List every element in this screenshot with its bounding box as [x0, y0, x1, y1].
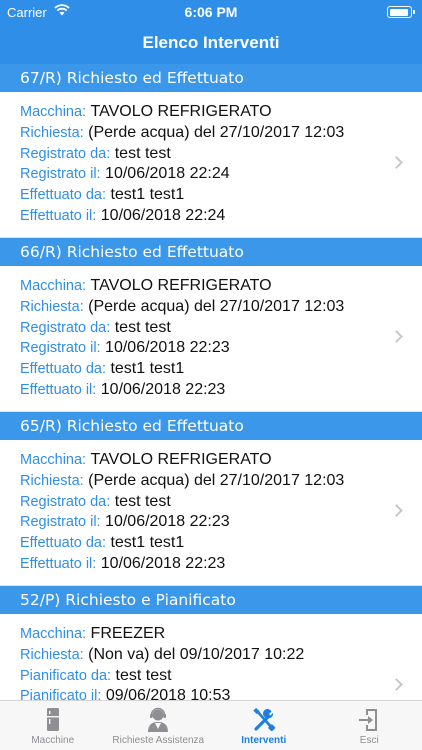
detail-row: Richiesta: (Perde acqua) del 27/10/2017 … [20, 297, 422, 318]
detail-row: Effettuato da: test1 test1 [20, 533, 422, 554]
intervention-cell[interactable]: Macchina: TAVOLO REFRIGERATO Richiesta: (… [0, 266, 422, 412]
tab-macchine[interactable]: Macchine [0, 701, 106, 750]
field-label: Macchina: [20, 104, 87, 120]
clock: 6:06 PM [184, 4, 238, 20]
detail-row: Richiesta: (Perde acqua) del 27/10/2017 … [20, 123, 422, 144]
section-header: 52/P) Richiesto e Pianificato [0, 586, 422, 614]
intervention-cell[interactable]: Macchina: TAVOLO REFRIGERATO Richiesta: (… [0, 440, 422, 586]
field-label: Effettuato il: [20, 555, 97, 572]
battery-icon [387, 6, 415, 18]
field-value: (Non va) del 09/10/2017 10:22 [88, 645, 305, 663]
field-value: 10/06/2018 22:24 [105, 165, 230, 183]
detail-row: Effettuato il: 10/06/2018 22:23 [20, 554, 422, 575]
field-label: Registrato il: [20, 340, 101, 357]
field-label: Richiesta: [20, 124, 84, 141]
field-label: Effettuato da: [20, 535, 106, 552]
field-label: Effettuato il: [20, 207, 97, 224]
support-agent-icon [106, 707, 212, 733]
field-label: Richiesta: [20, 646, 84, 663]
detail-row: Registrato il: 10/06/2018 22:23 [20, 512, 422, 533]
tab-richieste-assistenza[interactable]: Richieste Assistenza [106, 701, 212, 750]
field-value: (Perde acqua) del 27/10/2017 12:03 [88, 123, 345, 141]
tab-label: Interventi [241, 735, 287, 746]
fridge-icon [0, 707, 106, 733]
field-value: 09/06/2018 10:53 [105, 687, 231, 700]
tab-label: Macchine [31, 735, 75, 746]
detail-row: Registrato il: 10/06/2018 22:23 [20, 338, 422, 359]
detail-row: Macchina: TAVOLO REFRIGERATO [20, 450, 422, 471]
detail-row: Pianificato il: 09/06/2018 10:53 [20, 686, 422, 700]
field-label: Macchina: [20, 452, 87, 468]
detail-row: Pianificato da: test test [20, 666, 422, 687]
detail-row: Effettuato da: test1 test1 [20, 359, 422, 380]
field-label: Registrato da: [20, 493, 111, 510]
section-header: 65/R) Richiesto ed Effettuato [0, 412, 422, 440]
tab-label: Esci [359, 735, 379, 746]
field-label: Effettuato il: [20, 381, 97, 398]
field-value: 10/06/2018 22:23 [105, 513, 230, 531]
tab-esci[interactable]: Esci [317, 701, 422, 750]
field-label: Effettuato da: [20, 361, 106, 378]
field-value: TAVOLO REFRIGERATO [90, 103, 272, 120]
tab-label: Richieste Assistenza [112, 735, 205, 746]
exit-icon [317, 707, 422, 733]
field-value: test test [114, 144, 171, 162]
detail-row: Registrato il: 10/06/2018 22:24 [20, 164, 422, 185]
field-value: 10/06/2018 22:23 [100, 380, 226, 398]
field-label: Macchina: [20, 278, 87, 294]
intervention-cell[interactable]: Macchina: TAVOLO REFRIGERATO Richiesta: (… [0, 92, 422, 238]
field-value: 10/06/2018 22:24 [100, 206, 226, 224]
detail-row: Registrato da: test test [20, 492, 422, 513]
field-value: TAVOLO REFRIGERATO [90, 277, 272, 294]
intervention-cell[interactable]: Macchina: FREEZER Richiesta: (Non va) del… [0, 614, 422, 700]
tab-bar: Macchine Richieste Assistenza Interventi Es… [0, 700, 422, 750]
field-value: test1 test1 [110, 360, 185, 378]
detail-row: Richiesta: (Non va) del 09/10/2017 10:22 [20, 645, 422, 666]
detail-row: Effettuato il: 10/06/2018 22:24 [20, 206, 422, 227]
field-label: Effettuato da: [20, 187, 106, 204]
field-label: Registrato il: [20, 514, 101, 531]
detail-row: Richiesta: (Perde acqua) del 27/10/2017 … [20, 471, 422, 492]
field-value: test1 test1 [110, 186, 185, 204]
field-value: test test [114, 318, 171, 336]
field-label: Pianificato da: [20, 667, 112, 684]
detail-row: Registrato da: test test [20, 318, 422, 339]
detail-row: Macchina: TAVOLO REFRIGERATO [20, 102, 422, 123]
section-header: 67/R) Richiesto ed Effettuato [0, 64, 422, 92]
field-value: test test [115, 666, 172, 684]
detail-row: Effettuato il: 10/06/2018 22:23 [20, 380, 422, 401]
field-value: test1 test1 [110, 534, 185, 552]
detail-row: Macchina: FREEZER [20, 624, 422, 645]
field-value: (Perde acqua) del 27/10/2017 12:03 [88, 471, 345, 489]
field-label: Registrato da: [20, 319, 111, 336]
status-bar: Carrier 6:06 PM [0, 0, 422, 26]
field-value: (Perde acqua) del 27/10/2017 12:03 [88, 297, 345, 315]
field-label: Registrato il: [20, 166, 101, 183]
detail-row: Macchina: TAVOLO REFRIGERATO [20, 276, 422, 297]
field-value: TAVOLO REFRIGERATO [90, 451, 272, 468]
field-label: Richiesta: [20, 472, 84, 489]
page-title: Elenco Interventi [142, 33, 280, 52]
detail-row: Effettuato da: test1 test1 [20, 185, 422, 206]
field-label: Pianificato il: [20, 688, 102, 700]
interventions-list[interactable]: 67/R) Richiesto ed Effettuato Macchina: T… [0, 64, 422, 700]
field-label: Richiesta: [20, 298, 84, 315]
field-value: 10/06/2018 22:23 [105, 339, 230, 357]
section-header: 66/R) Richiesto ed Effettuato [0, 238, 422, 266]
field-label: Registrato da: [20, 145, 111, 162]
tab-interventi[interactable]: Interventi [211, 701, 317, 750]
field-value: FREEZER [90, 625, 166, 642]
tools-icon [211, 707, 317, 733]
field-value: test test [114, 492, 171, 510]
detail-row: Registrato da: test test [20, 144, 422, 165]
navigation-bar: Elenco Interventi [0, 26, 422, 64]
field-value: 10/06/2018 22:23 [100, 554, 226, 572]
field-label: Macchina: [20, 626, 87, 642]
